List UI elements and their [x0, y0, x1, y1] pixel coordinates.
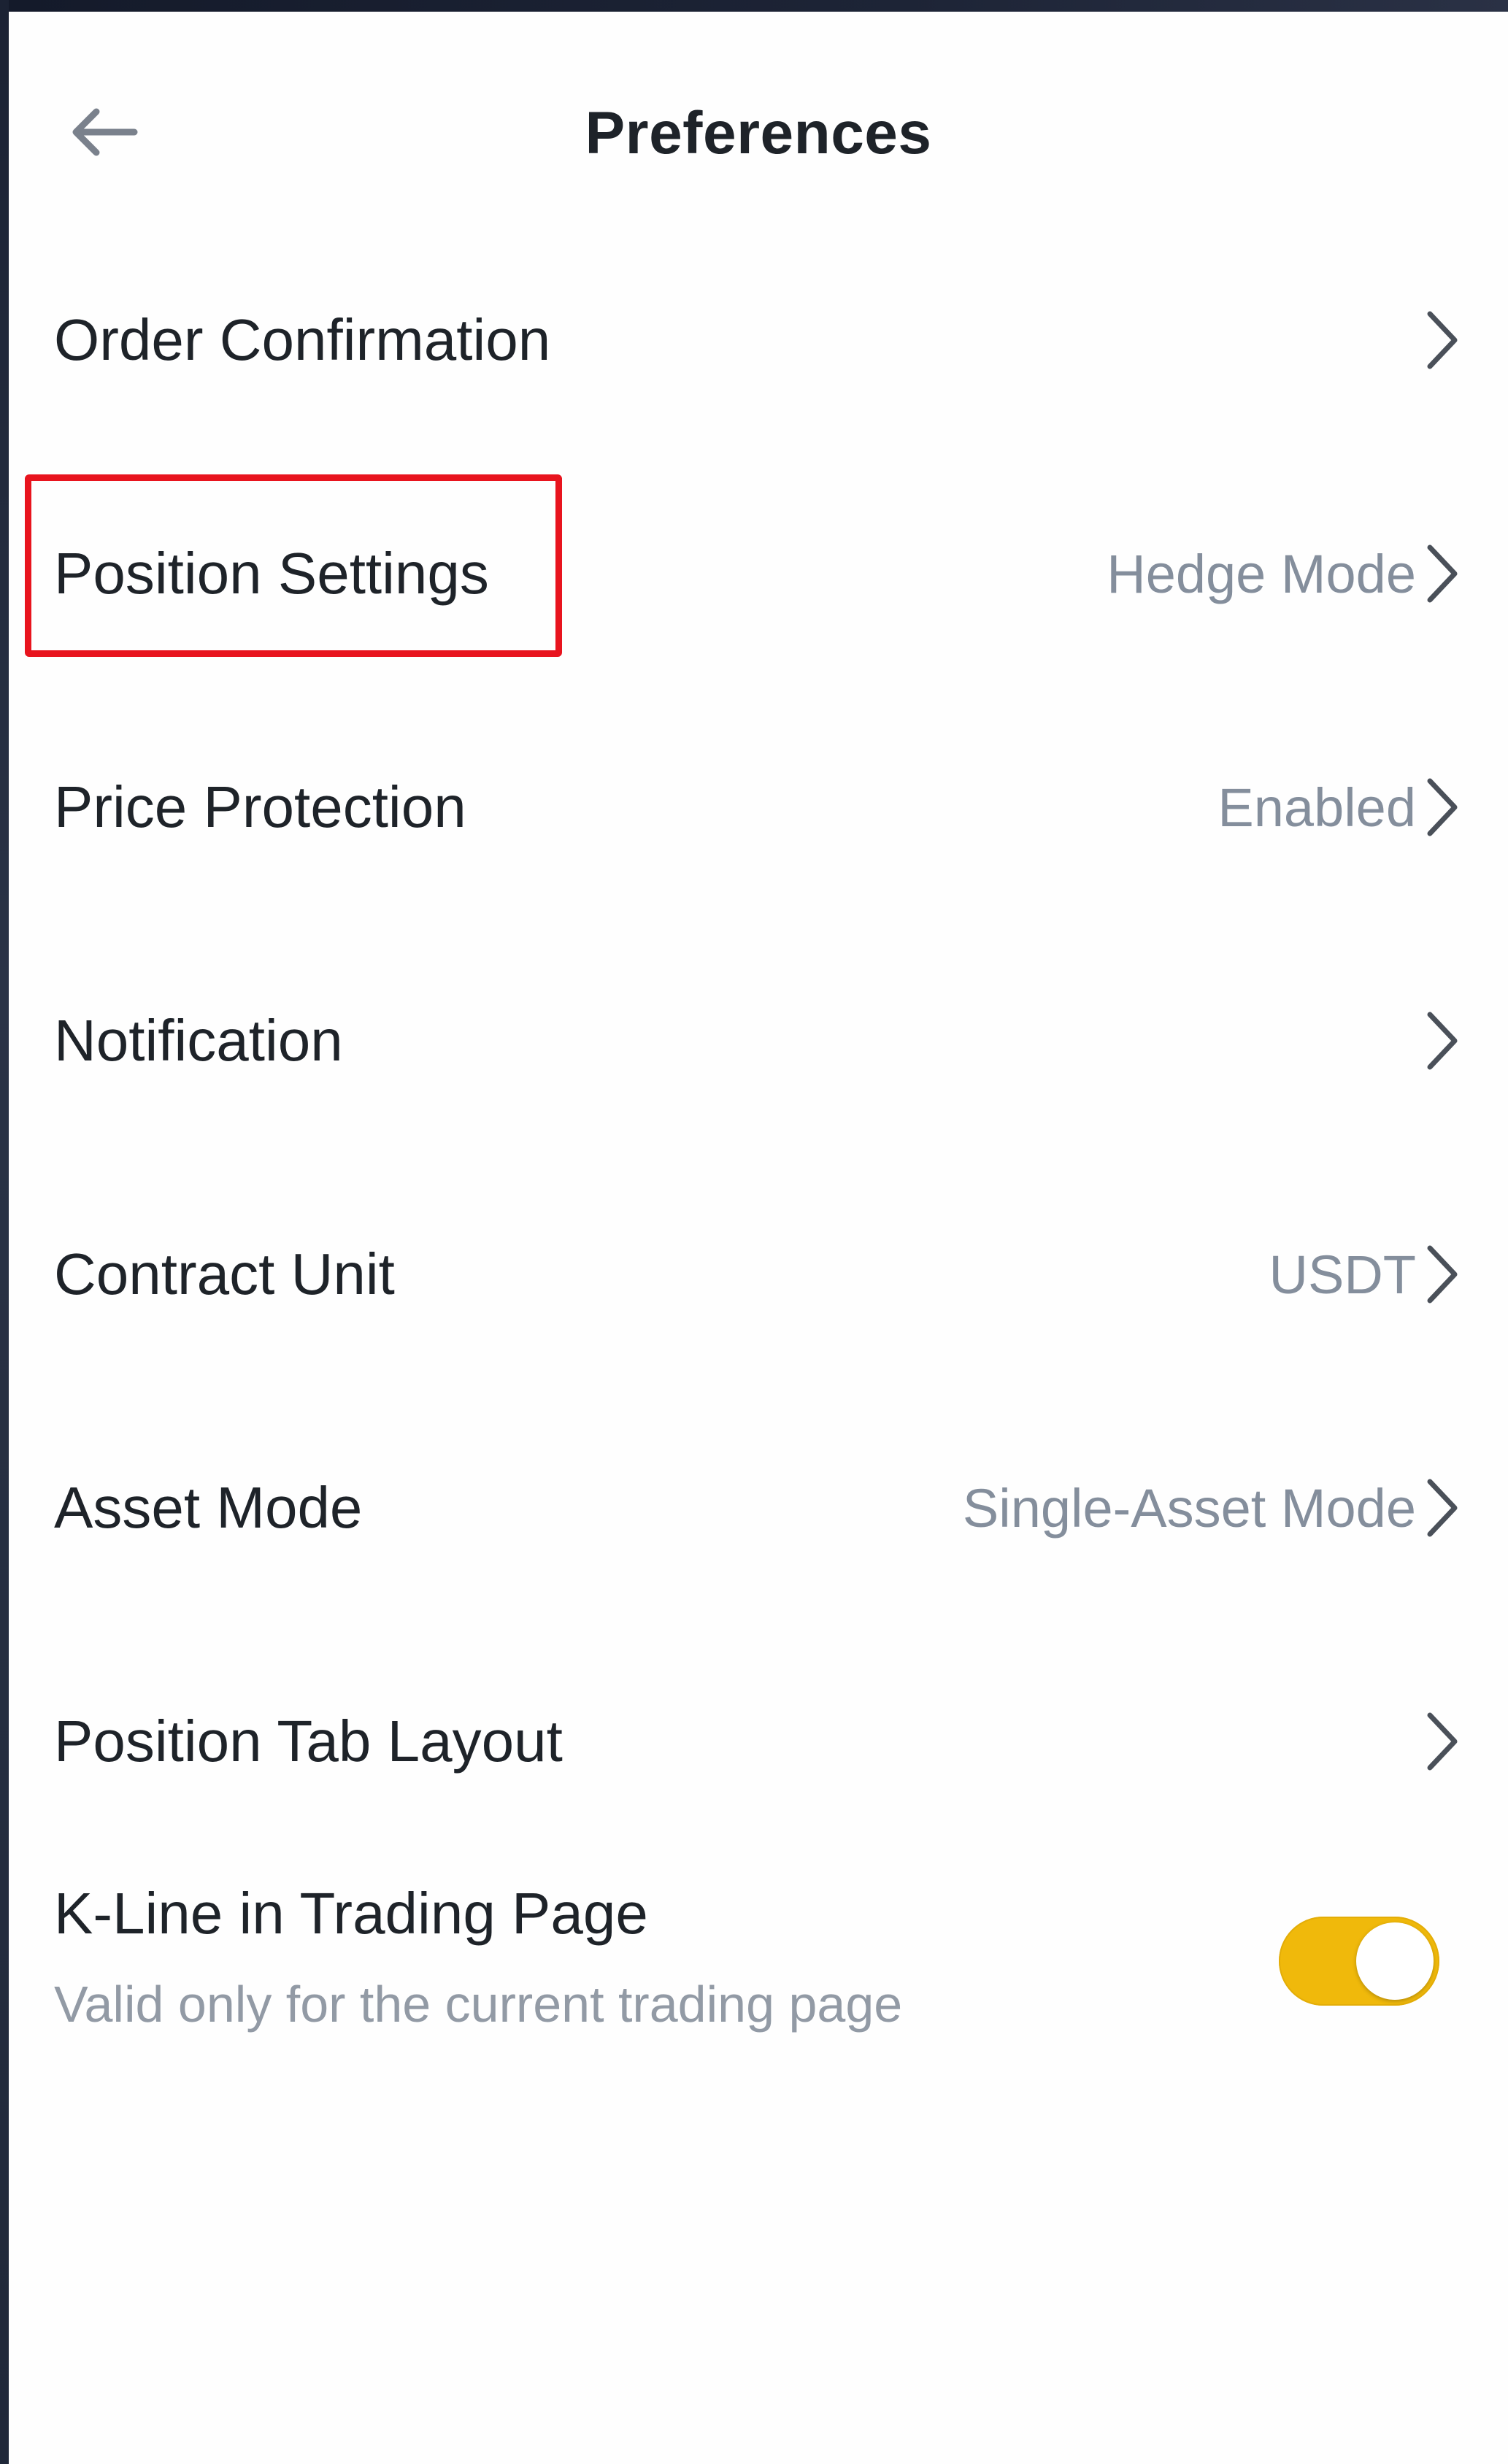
row-label: Position Tab Layout: [54, 1709, 563, 1774]
chevron-right-icon: [1420, 1008, 1464, 1074]
row-value: Hedge Mode: [1107, 543, 1416, 604]
contract-unit-row[interactable]: Contract Unit USDT: [9, 1158, 1508, 1391]
row-label: Notification: [54, 1008, 343, 1073]
header: Preferences: [9, 12, 1508, 238]
kline-setting-row: K-Line in Trading Page Valid only for th…: [9, 1858, 1508, 2077]
row-label: Asset Mode: [54, 1475, 363, 1540]
chevron-right-icon: [1420, 1475, 1464, 1541]
device-top-edge: [0, 0, 1508, 12]
chevron-right-icon: [1420, 1709, 1464, 1774]
chevron-right-icon: [1420, 774, 1464, 840]
row-value: USDT: [1269, 1244, 1416, 1305]
chevron-right-icon: [1420, 307, 1464, 373]
row-label: Price Protection: [54, 774, 466, 839]
kline-title: K-Line in Trading Page: [54, 1881, 648, 1946]
notification-row[interactable]: Notification: [9, 924, 1508, 1158]
page-title: Preferences: [585, 100, 932, 166]
settings-list: Order Confirmation Position Settings Hed…: [9, 223, 1508, 1858]
position-tab-layout-row[interactable]: Position Tab Layout: [9, 1625, 1508, 1858]
device-left-edge: [0, 0, 9, 2464]
row-value: Enabled: [1217, 777, 1416, 838]
row-label: Order Confirmation: [54, 307, 551, 372]
position-settings-row[interactable]: Position Settings Hedge Mode: [9, 457, 1508, 690]
toggle-knob: [1356, 1922, 1434, 2000]
chevron-right-icon: [1420, 541, 1464, 607]
row-label: Contract Unit: [54, 1241, 395, 1306]
preferences-screen: Preferences Order Confirmation Position …: [9, 12, 1508, 2464]
row-label: Position Settings: [54, 541, 489, 606]
chevron-right-icon: [1420, 1241, 1464, 1307]
order-confirmation-row[interactable]: Order Confirmation: [9, 223, 1508, 457]
asset-mode-row[interactable]: Asset Mode Single-Asset Mode: [9, 1391, 1508, 1625]
kline-subtitle: Valid only for the current trading page: [54, 1976, 903, 2033]
kline-toggle[interactable]: [1279, 1917, 1439, 2006]
price-protection-row[interactable]: Price Protection Enabled: [9, 690, 1508, 924]
row-value: Single-Asset Mode: [962, 1477, 1416, 1539]
